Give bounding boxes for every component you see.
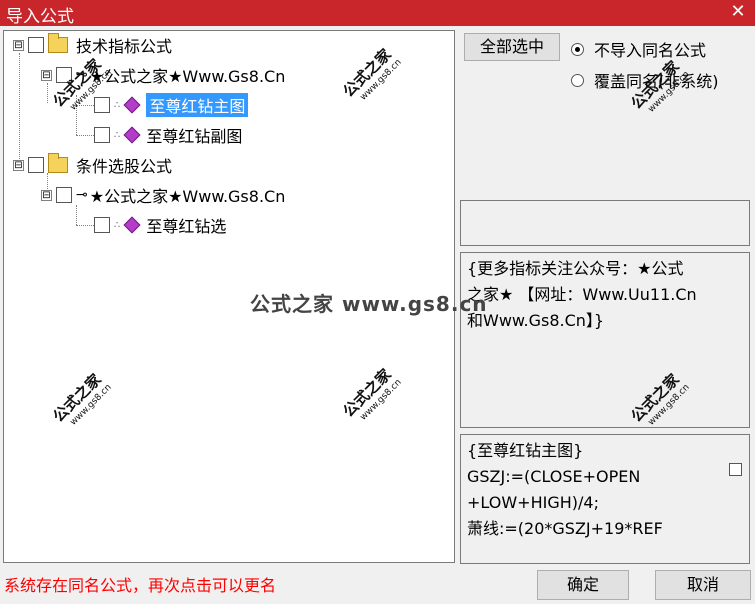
tree-node-main-chart[interactable]: ∴ 至尊红钻主图 [94,93,249,117]
checkbox[interactable] [28,37,44,53]
collapse-icon[interactable]: ⊟ [13,159,24,171]
close-icon[interactable]: ✕ [727,1,749,23]
tree-node-label: 至尊红钻选 [146,217,227,236]
checkbox[interactable] [94,97,110,113]
radio-button[interactable] [571,73,584,87]
window-title: 导入公式 [6,7,74,27]
select-all-button[interactable]: 全部选中 [464,33,560,61]
tree-node-label: ★公式之家★Www.Gs8.Cn [89,67,286,86]
collapse-icon[interactable]: ⊟ [41,189,52,201]
info-panel: {更多指标关注公众号：★公式 之家★ 【网址：Www.Uu11.Cn 和Www.… [460,252,750,428]
collapse-icon[interactable]: ⊟ [41,69,52,81]
folder-icon [48,153,68,173]
tree-node-label: ★公式之家★Www.Gs8.Cn [89,187,286,206]
tree-connector [19,53,20,163]
tree-connector [76,135,94,136]
formula-dots-icon: ∴ [114,129,121,141]
code-preview-panel[interactable]: {至尊红钻主图} GSZJ:=(CLOSE+OPEN +LOW+HIGH)/4;… [460,434,750,564]
key-icon: ⊸ [76,187,88,203]
empty-panel [460,200,750,246]
checkbox[interactable] [28,157,44,173]
gem-icon [123,96,141,114]
tree-node-gs8-selection[interactable]: ⊟ ⊸ ★公式之家★Www.Gs8.Cn [41,183,285,207]
formula-dots-icon: ∴ [114,219,121,231]
info-line: {更多指标关注公众号：★公式 [467,259,684,278]
gem-icon [123,126,141,144]
tree-node-label: 条件选股公式 [76,157,173,176]
tree-connector [76,205,77,225]
tree-node-selection[interactable]: ∴ 至尊红钻选 [94,213,226,237]
status-message: 系统存在同名公式，再次点击可以更名 [4,576,277,595]
tree-node-sub-chart[interactable]: ∴ 至尊红钻副图 [94,123,242,147]
tree-node-stock-selection[interactable]: ⊟ 条件选股公式 [13,153,172,177]
watermark-banner: 公式之家 www.gs8.cn [250,292,488,316]
collapse-icon[interactable]: ⊟ [13,39,24,51]
info-line: 和Www.Gs8.Cn】} [467,311,605,330]
ok-button[interactable]: 确定 [537,570,629,600]
code-line: {至尊红钻主图} [467,441,584,460]
code-line: 萧线:=(20*GSZJ+19*REF [467,519,663,538]
cancel-button[interactable]: 取消 [655,570,751,600]
code-line: GSZJ:=(CLOSE+OPEN [467,467,641,486]
tree-node-label: 至尊红钻主图 [146,93,249,117]
folder-icon [48,33,68,53]
checkbox[interactable] [94,217,110,233]
title-bar: 导入公式 ✕ [0,0,755,27]
tree-node-label: 至尊红钻副图 [146,127,243,146]
tree-connector [76,225,94,226]
code-line: +LOW+HIGH)/4; [467,493,599,512]
formula-dots-icon: ∴ [114,99,121,111]
radio-no-import-duplicate[interactable]: 不导入同名公式 [571,37,706,61]
checkbox[interactable] [94,127,110,143]
gem-icon [123,216,141,234]
radio-button-selected[interactable] [571,42,584,56]
preview-checkbox[interactable] [729,463,742,476]
info-line: 之家★ 【网址：Www.Uu11.Cn [467,285,697,304]
radio-label: 不导入同名公式 [594,41,707,60]
checkbox[interactable] [56,187,72,203]
